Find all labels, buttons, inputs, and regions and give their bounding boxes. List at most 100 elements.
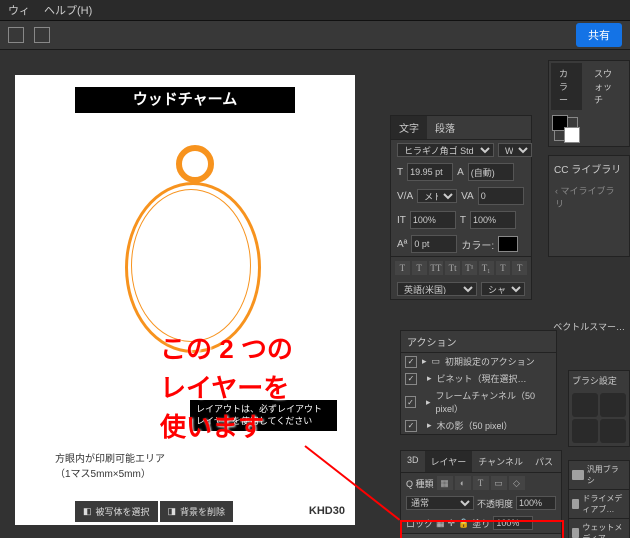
- brush-preview[interactable]: [600, 419, 626, 443]
- baseline-input[interactable]: [411, 235, 457, 253]
- brush-folder[interactable]: ウェットメディア…: [569, 519, 629, 538]
- strike-icon[interactable]: T: [512, 261, 527, 275]
- share-button[interactable]: 共有: [576, 23, 622, 47]
- brush-folder[interactable]: 汎用ブラシ: [569, 461, 629, 490]
- libraries-title: CC ライブラリ: [549, 156, 629, 181]
- kerning-icon: V/A: [397, 191, 413, 202]
- grid-size-note: （1マス5mm×5mm）: [55, 465, 151, 480]
- options-bar: 共有: [0, 21, 630, 50]
- check-icon[interactable]: ✓: [405, 396, 416, 408]
- product-code: KHD30: [309, 505, 345, 517]
- workspace: ウッドチャーム レイアウトは、必ずレイアウト レイヤーを使用してください 方眼内…: [0, 50, 630, 538]
- smallcaps-icon[interactable]: Tt: [445, 261, 460, 275]
- tab-channels[interactable]: チャンネル: [472, 451, 529, 472]
- document-canvas[interactable]: ウッドチャーム レイアウトは、必ずレイアウト レイヤーを使用してください 方眼内…: [15, 75, 355, 525]
- kerning-select[interactable]: メトリクス: [417, 189, 457, 203]
- sub-icon[interactable]: T₁: [479, 261, 494, 275]
- lock-pos-icon[interactable]: ✛: [448, 518, 456, 529]
- hscale-input[interactable]: [470, 211, 516, 229]
- tracking-input[interactable]: [478, 187, 524, 205]
- charm-ring-shape: [176, 145, 214, 183]
- tool-option-icon[interactable]: [34, 27, 50, 43]
- select-subject-button[interactable]: ◧被写体を選択: [75, 501, 158, 522]
- tab-swatches[interactable]: スウォッチ: [586, 63, 627, 110]
- libraries-back[interactable]: ‹ マイライブラリ: [549, 181, 629, 213]
- allcaps-icon[interactable]: TT: [429, 261, 444, 275]
- tab-paths[interactable]: パス: [529, 451, 559, 472]
- folder-icon: [572, 499, 579, 509]
- brush-preview[interactable]: [600, 393, 626, 417]
- font-size-input[interactable]: [407, 163, 453, 181]
- brush-preview[interactable]: [572, 419, 598, 443]
- check-icon[interactable]: ✓: [405, 373, 417, 385]
- fill-input[interactable]: [493, 516, 533, 530]
- tab-3d[interactable]: 3D: [401, 451, 425, 472]
- action-row[interactable]: ✓ ▸ビネット（現在選択…: [401, 370, 556, 387]
- tab-paragraph[interactable]: 段落: [427, 116, 463, 139]
- tab-character[interactable]: 文字: [391, 116, 427, 139]
- font-weight-select[interactable]: W6: [498, 143, 532, 157]
- libraries-panel: CC ライブラリ ‹ マイライブラリ: [548, 155, 630, 257]
- underline-icon[interactable]: T: [496, 261, 511, 275]
- tab-color[interactable]: カラー: [551, 63, 582, 110]
- aa-select[interactable]: シャープ: [481, 282, 525, 296]
- charm-inner-shape: [131, 189, 251, 342]
- fg-bg-swatch[interactable]: [554, 117, 578, 141]
- print-area-note: 方眼内が印刷可能エリア: [55, 450, 165, 465]
- brush-folders-panel: 汎用ブラシ ドライメディアブ… ウェットメディア… 特殊効果ブラ…: [568, 460, 630, 538]
- bold-icon[interactable]: T: [395, 261, 410, 275]
- text-color-swatch[interactable]: [498, 236, 518, 252]
- hscale-icon: T: [460, 215, 466, 226]
- check-icon[interactable]: ✓: [405, 356, 417, 368]
- vscale-input[interactable]: [410, 211, 456, 229]
- kind-label: Q 種類: [406, 477, 434, 490]
- filter-pixel-icon[interactable]: ▦: [437, 476, 453, 490]
- menu-view[interactable]: ウィ: [8, 2, 30, 18]
- folder-icon: [572, 528, 579, 538]
- filter-smart-icon[interactable]: ◇: [509, 476, 525, 490]
- brush-settings-panel: ブラシ設定: [568, 370, 630, 447]
- lock-all-icon[interactable]: ▦: [436, 518, 445, 529]
- text-style-row: TTTTTtT¹T₁TT: [391, 256, 531, 279]
- leading-icon: A: [457, 167, 464, 178]
- color-label: カラー:: [461, 237, 494, 252]
- tool-icon[interactable]: [8, 27, 24, 43]
- layers-panel: 3D レイヤー チャンネル パス Q 種類▦◐T▭◇ 通常不透明度 ロック▦✛🔒…: [400, 450, 562, 538]
- menu-bar: ウィ ヘルプ(H): [0, 0, 630, 21]
- italic-icon[interactable]: T: [412, 261, 427, 275]
- tab-layers[interactable]: レイヤー: [425, 451, 473, 472]
- brush-preview[interactable]: [572, 393, 598, 417]
- folder-icon: [572, 470, 584, 480]
- character-panel: 文字 段落 ヒラギノ角ゴ StdW6 TA V/AメトリクスVA ITT Aªカ…: [390, 115, 532, 300]
- filter-type-icon[interactable]: T: [473, 476, 489, 490]
- language-select[interactable]: 英語(米国): [397, 282, 477, 296]
- artwork-title: ウッドチャーム: [75, 87, 295, 113]
- menu-help[interactable]: ヘルプ(H): [44, 2, 92, 18]
- filter-adj-icon[interactable]: ◐: [455, 476, 471, 490]
- folder-icon: ▭: [432, 356, 441, 367]
- leading-input[interactable]: [468, 163, 514, 181]
- remove-bg-button[interactable]: ◨背景を削除: [160, 501, 234, 522]
- action-row[interactable]: ✓▸▭初期設定のアクション: [401, 353, 556, 370]
- actions-title: アクション: [401, 331, 556, 353]
- super-icon[interactable]: T¹: [462, 261, 477, 275]
- check-icon[interactable]: ✓: [405, 420, 417, 432]
- filter-shape-icon[interactable]: ▭: [491, 476, 507, 490]
- annotation-text: この 2 つの レイヤーを 使います: [160, 330, 293, 447]
- layer-row-layout[interactable]: 👁 レイアウト: [401, 533, 561, 538]
- action-row[interactable]: ✓ ▸木の影（50 pixel）: [401, 417, 556, 434]
- brush-title: ブラシ設定: [569, 371, 629, 390]
- lock-icon[interactable]: 🔒: [458, 518, 469, 529]
- action-row[interactable]: ✓ ▸フレームチャンネル（50 pixel）: [401, 387, 556, 417]
- blend-mode-select[interactable]: 通常: [406, 496, 474, 510]
- baseline-icon: Aª: [397, 239, 407, 250]
- opacity-input[interactable]: [516, 496, 556, 510]
- vscale-icon: IT: [397, 215, 406, 226]
- size-icon: T: [397, 167, 403, 178]
- color-panel: カラースウォッチ: [548, 60, 630, 147]
- contextual-task-bar: ◧被写体を選択 ◨背景を削除: [75, 501, 233, 522]
- smart-object-label: ベクトルスマー…: [553, 320, 625, 333]
- actions-panel: アクション ✓▸▭初期設定のアクション ✓ ▸ビネット（現在選択… ✓ ▸フレー…: [400, 330, 557, 435]
- brush-folder[interactable]: ドライメディアブ…: [569, 490, 629, 519]
- font-family-select[interactable]: ヒラギノ角ゴ Std: [397, 143, 494, 157]
